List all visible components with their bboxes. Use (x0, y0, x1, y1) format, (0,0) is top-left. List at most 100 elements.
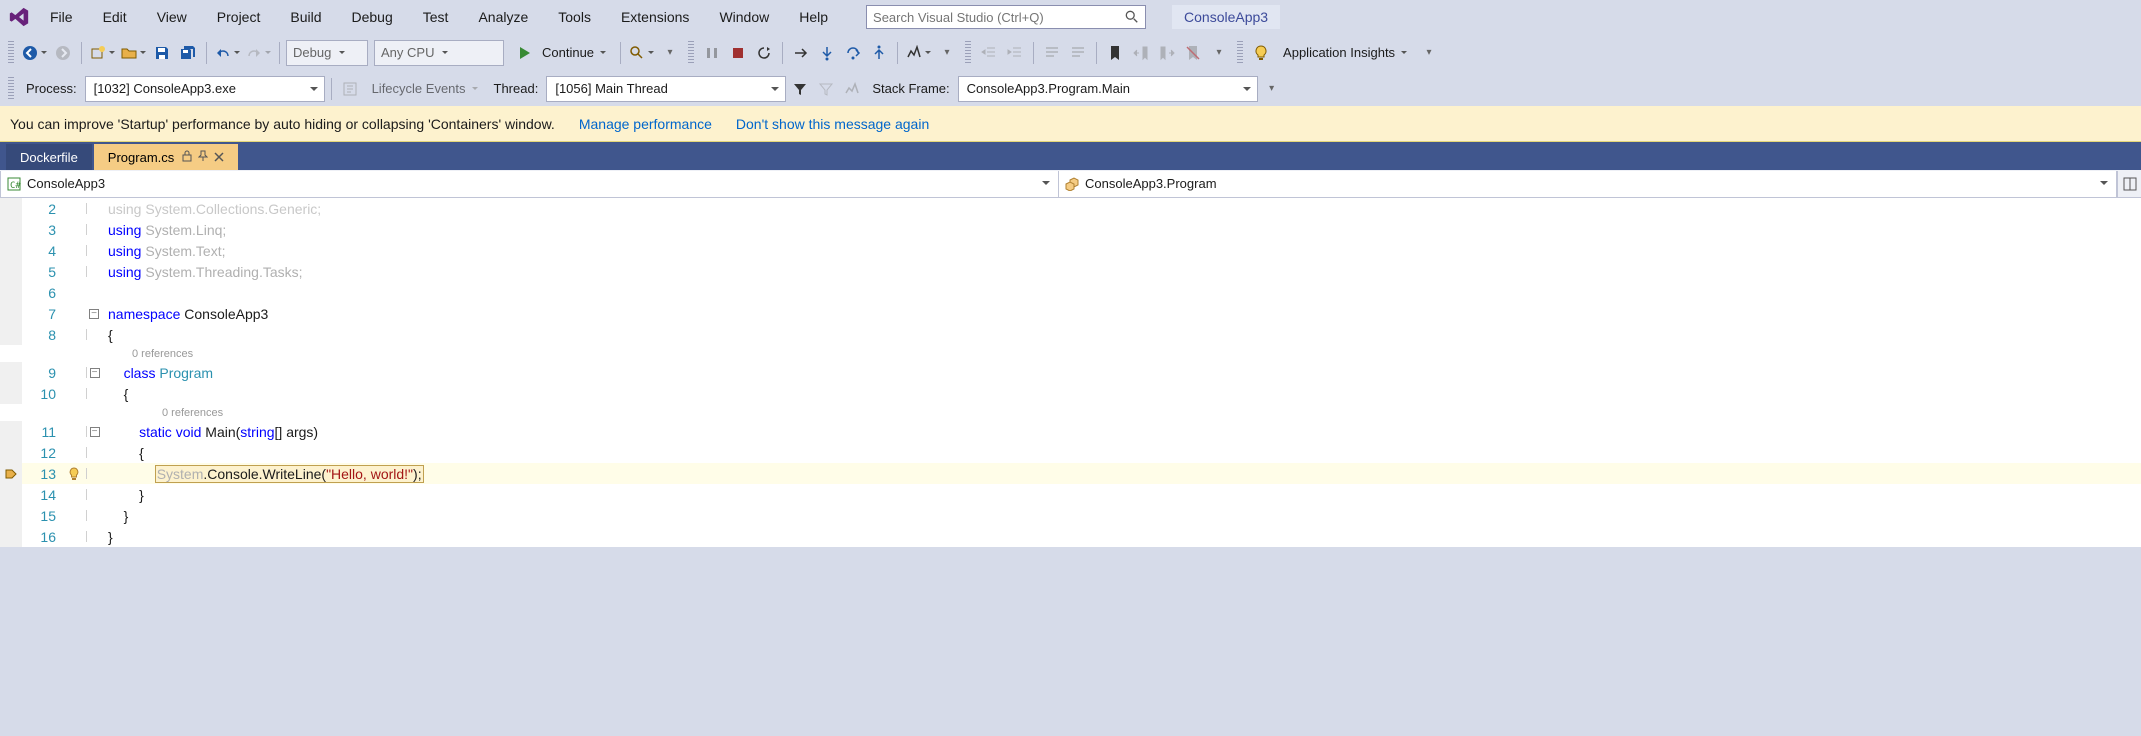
show-next-statement-button[interactable] (789, 40, 813, 66)
step-into-button[interactable] (815, 40, 839, 66)
lifecycle-events-button[interactable]: Lifecycle Events (364, 76, 486, 102)
increase-indent-button[interactable] (1003, 40, 1027, 66)
open-file-button[interactable] (119, 40, 148, 66)
menu-extensions[interactable]: Extensions (609, 5, 701, 29)
toolbar-overflow[interactable]: ▾ (1207, 40, 1231, 66)
thread-label: Thread: (488, 81, 545, 96)
break-all-button[interactable] (700, 40, 724, 66)
menu-tools[interactable]: Tools (546, 5, 603, 29)
continue-button[interactable]: Continue (512, 40, 614, 66)
nav-forward-button[interactable] (51, 40, 75, 66)
uncomment-button[interactable] (1066, 40, 1090, 66)
menu-project[interactable]: Project (205, 5, 273, 29)
menu-test[interactable]: Test (411, 5, 461, 29)
tab-dockerfile[interactable]: Dockerfile (6, 144, 92, 170)
separator (206, 42, 207, 64)
line-number: 3 (22, 222, 66, 238)
lock-icon (182, 150, 192, 165)
menu-analyze[interactable]: Analyze (466, 5, 540, 29)
pin-icon[interactable] (198, 150, 208, 165)
save-button[interactable] (150, 40, 174, 66)
quick-launch-search[interactable] (866, 5, 1146, 29)
toolbar-overflow[interactable]: ▾ (935, 40, 959, 66)
solution-platform-combo[interactable]: Any CPU (374, 40, 504, 66)
bookmark-button[interactable] (1103, 40, 1127, 66)
undo-button[interactable] (213, 40, 242, 66)
toolbar-grip[interactable] (8, 77, 14, 101)
project-nav-combo[interactable]: C# ConsoleApp3 (0, 171, 1059, 197)
step-out-button[interactable] (867, 40, 891, 66)
separator (1096, 42, 1097, 64)
split-view-button[interactable] (2117, 171, 2141, 197)
split-icon (2123, 177, 2137, 191)
code-line: using System.Linq; (102, 222, 226, 238)
code-line: } (102, 529, 113, 545)
codelens-references[interactable]: 0 references (0, 345, 2141, 362)
toolbar-grip[interactable] (8, 41, 14, 65)
menu-view[interactable]: View (145, 5, 199, 29)
tab-program-cs[interactable]: Program.cs (94, 144, 238, 170)
comment-button[interactable] (1040, 40, 1064, 66)
menu-window[interactable]: Window (707, 5, 781, 29)
clear-bookmarks-button[interactable] (1181, 40, 1205, 66)
line-number: 10 (22, 386, 66, 402)
menu-bar: File Edit View Project Build Debug Test … (0, 0, 2141, 34)
editor-nav-bar: C# ConsoleApp3 ConsoleApp3.Program (0, 170, 2141, 198)
class-nav-combo[interactable]: ConsoleApp3.Program (1059, 171, 2117, 197)
manage-performance-link[interactable]: Manage performance (579, 116, 712, 132)
toolbar-grip[interactable] (688, 41, 694, 65)
save-all-button[interactable] (176, 40, 200, 66)
solution-name-label: ConsoleApp3 (1172, 5, 1280, 29)
thread-filter-button[interactable] (788, 76, 812, 102)
play-icon (520, 47, 536, 59)
code-line: using System.Collections.Generic; (102, 201, 321, 217)
line-number: 9 (22, 365, 66, 381)
step-over-button[interactable] (841, 40, 865, 66)
menu-debug[interactable]: Debug (340, 5, 405, 29)
close-icon[interactable] (214, 150, 224, 165)
show-threads-button[interactable] (840, 76, 864, 102)
toolbar-overflow[interactable]: ▾ (658, 40, 682, 66)
insights-bulb-icon (1249, 40, 1273, 66)
menu-build[interactable]: Build (278, 5, 333, 29)
menu-help[interactable]: Help (787, 5, 840, 29)
toolbar-overflow[interactable]: ▾ (1417, 40, 1441, 66)
menu-file[interactable]: File (38, 5, 85, 29)
next-bookmark-button[interactable] (1155, 40, 1179, 66)
find-in-files-button[interactable] (627, 40, 656, 66)
flag-thread-button[interactable] (814, 76, 838, 102)
dismiss-infobar-link[interactable]: Don't show this message again (736, 116, 929, 132)
decrease-indent-button[interactable] (977, 40, 1001, 66)
code-line: using System.Threading.Tasks; (102, 264, 303, 280)
code-line: { (102, 386, 128, 402)
stackframe-label: Stack Frame: (866, 81, 955, 96)
nav-back-button[interactable] (20, 40, 49, 66)
lightbulb-icon[interactable] (66, 463, 82, 484)
fold-toggle[interactable]: − (89, 309, 99, 319)
code-editor[interactable]: 2 using System.Collections.Generic; 3 us… (0, 198, 2141, 547)
toolbar-overflow[interactable]: ▾ (1260, 76, 1284, 102)
toolbar-grip[interactable] (1237, 41, 1243, 65)
redo-button[interactable] (244, 40, 273, 66)
solution-config-combo[interactable]: Debug (286, 40, 368, 66)
new-project-button[interactable] (88, 40, 117, 66)
standard-toolbar: Debug Any CPU Continue ▾ ▾ ▾ Application… (0, 34, 2141, 70)
infobar-message: You can improve 'Startup' performance by… (10, 116, 555, 132)
thread-combo[interactable]: [1056] Main Thread (546, 76, 786, 102)
line-number: 7 (22, 306, 66, 322)
menu-edit[interactable]: Edit (91, 5, 139, 29)
fold-toggle[interactable]: − (90, 368, 100, 378)
vs-logo-icon (6, 4, 32, 30)
nav-project-label: ConsoleApp3 (27, 176, 105, 191)
stop-debug-button[interactable] (726, 40, 750, 66)
toolbar-grip[interactable] (965, 41, 971, 65)
application-insights-button[interactable]: Application Insights (1275, 40, 1415, 66)
stackframe-combo[interactable]: ConsoleApp3.Program.Main (958, 76, 1258, 102)
intellitrace-button[interactable] (904, 40, 933, 66)
restart-button[interactable] (752, 40, 776, 66)
search-input[interactable] (873, 10, 1125, 25)
process-combo[interactable]: [1032] ConsoleApp3.exe (85, 76, 325, 102)
fold-toggle[interactable]: − (90, 427, 100, 437)
prev-bookmark-button[interactable] (1129, 40, 1153, 66)
codelens-references[interactable]: 0 references (0, 404, 2141, 421)
